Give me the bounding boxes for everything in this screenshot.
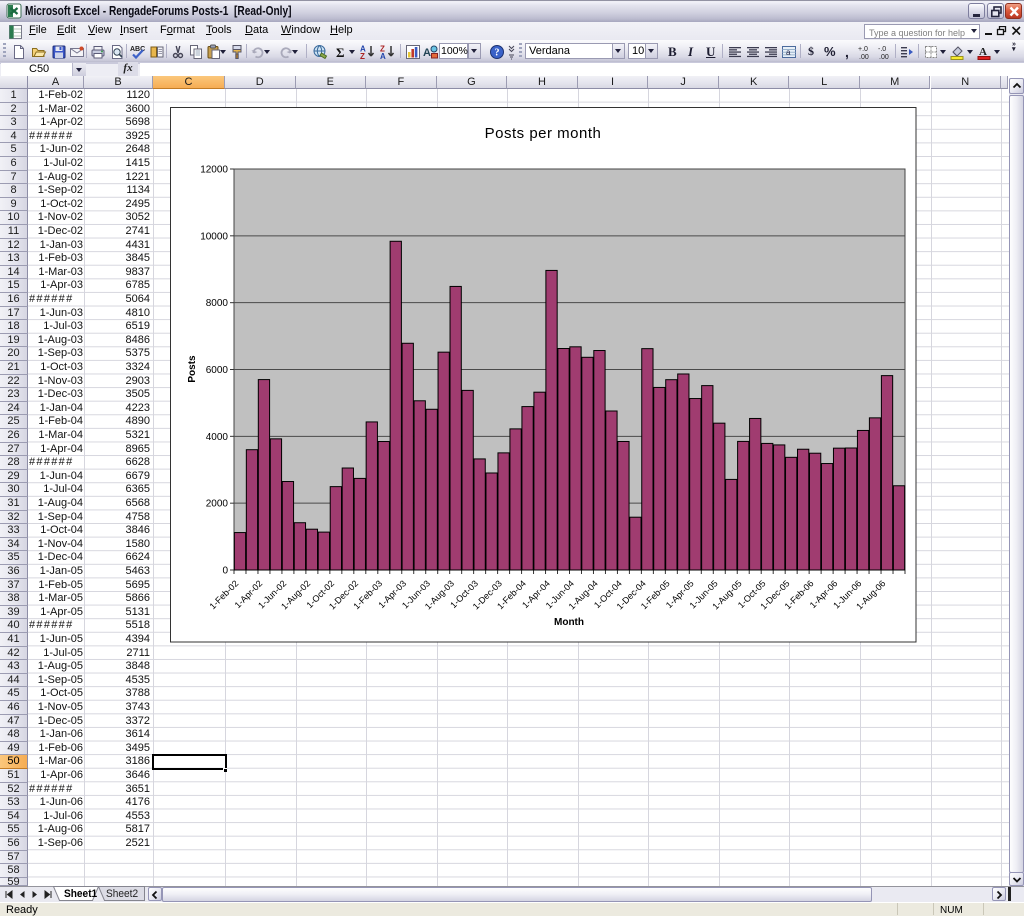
svg-text:0: 0 [222,566,228,577]
svg-text:ABC: ABC [130,46,145,53]
svg-text:a: a [786,48,791,57]
svg-text:Month: Month [554,617,584,628]
svg-text:A: A [380,52,386,60]
svg-text:10000: 10000 [200,231,228,242]
svg-text:4000: 4000 [206,432,229,443]
svg-text:Posts: Posts [187,355,198,383]
svg-text:+.0: +.0 [858,46,868,53]
svg-text:2000: 2000 [206,499,229,510]
svg-text:?: ? [495,48,500,59]
svg-text:.00: .00 [879,54,889,60]
svg-text:.00: .00 [859,54,869,60]
svg-text:6000: 6000 [206,365,229,376]
svg-text:-.0: -.0 [878,46,886,53]
svg-text:A: A [423,47,431,59]
svg-text:8000: 8000 [206,298,229,309]
svg-text:Σ: Σ [336,45,345,60]
svg-text:Z: Z [360,52,365,60]
svg-text:Posts per month: Posts per month [485,125,602,142]
svg-text:12000: 12000 [200,165,228,176]
